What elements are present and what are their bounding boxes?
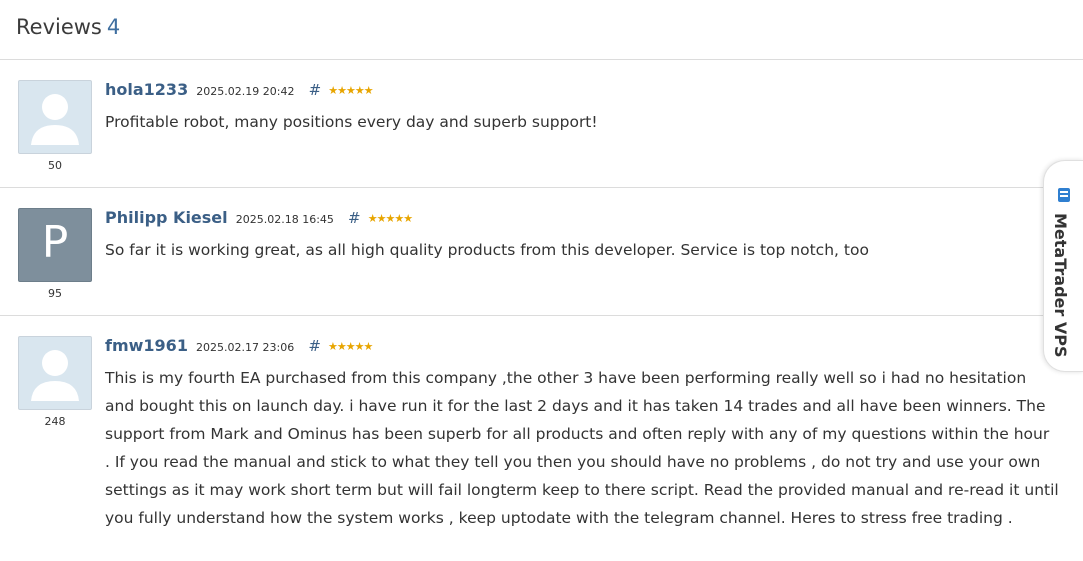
vps-icon [1058, 188, 1070, 202]
avatar-column: P 95 [18, 208, 92, 300]
review-item: 50 hola1233 2025.02.19 20:42 # ★★★★★ Pro… [0, 60, 1083, 188]
permalink-hash[interactable]: # [309, 81, 322, 99]
reviews-title: Reviews [16, 15, 102, 39]
review-author[interactable]: hola1233 [105, 80, 188, 99]
avatar[interactable]: P [18, 208, 92, 282]
star-icon: ★ [403, 212, 413, 225]
user-rating-count: 248 [44, 415, 66, 428]
star-icon: ★ [328, 340, 338, 353]
review-date: 2025.02.18 16:45 [235, 213, 334, 226]
star-icon: ★ [394, 212, 404, 225]
avatar-column: 50 [18, 80, 92, 172]
review-text: Profitable robot, many positions every d… [105, 113, 598, 131]
avatar-initial: P [41, 217, 69, 268]
default-user-icon [31, 94, 79, 145]
review-date: 2025.02.17 23:06 [196, 341, 295, 354]
star-icon: ★ [367, 212, 378, 225]
star-icon: ★ [346, 84, 356, 97]
reviews-header: Reviews 4 [0, 0, 1083, 60]
permalink-hash[interactable]: # [308, 337, 321, 355]
review-text: This is my fourth EA purchased from this… [105, 369, 1059, 527]
review-text: So far it is working great, as all high … [105, 241, 869, 259]
avatar[interactable] [18, 336, 92, 410]
user-rating-count: 50 [48, 159, 62, 172]
star-icon: ★ [385, 212, 395, 225]
user-rating-count: 95 [48, 287, 62, 300]
star-icon: ★ [354, 84, 365, 97]
vps-tab-label: MetaTrader VPS [1051, 213, 1070, 358]
star-icon: ★ [363, 340, 374, 353]
review-item: 248 fmw1961 2025.02.17 23:06 # ★★★★★ Thi… [0, 316, 1083, 561]
default-user-icon [31, 350, 79, 401]
permalink-hash[interactable]: # [348, 209, 361, 227]
star-icon: ★ [345, 340, 356, 353]
avatar[interactable] [18, 80, 92, 154]
star-icon: ★ [328, 84, 338, 97]
star-icon: ★ [336, 340, 347, 353]
review-author[interactable]: Philipp Kiesel [105, 208, 228, 227]
star-icon: ★ [363, 84, 374, 97]
avatar-column: 248 [18, 336, 92, 428]
star-icon: ★ [337, 84, 347, 97]
review-author[interactable]: fmw1961 [105, 336, 188, 355]
review-date: 2025.02.19 20:42 [196, 85, 295, 98]
star-rating: ★★★★★ [328, 335, 374, 354]
reviews-count: 4 [106, 15, 121, 39]
review-item: P 95 Philipp Kiesel 2025.02.18 16:45 # ★… [0, 188, 1083, 316]
star-rating: ★★★★★ [328, 79, 374, 98]
metatrader-vps-tab[interactable]: MetaTrader VPS [1043, 160, 1083, 372]
star-rating: ★★★★★ [367, 207, 413, 226]
star-icon: ★ [354, 340, 365, 353]
